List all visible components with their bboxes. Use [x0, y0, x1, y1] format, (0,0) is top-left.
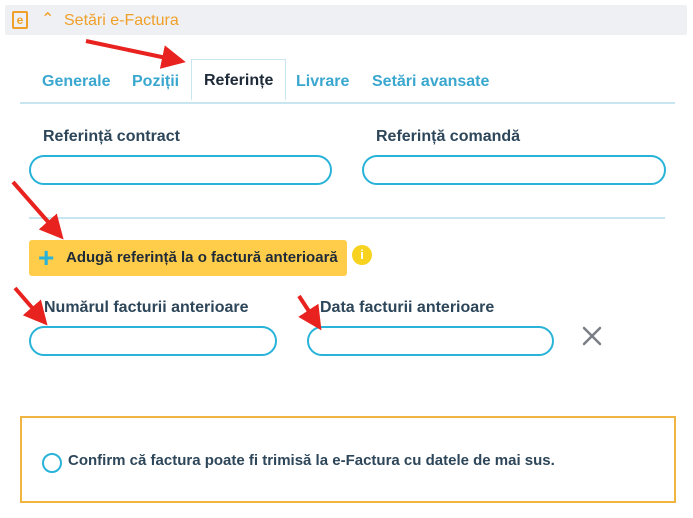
previous-invoice-date-input[interactable]	[307, 326, 554, 356]
contract-reference-label: Referință contract	[43, 128, 180, 145]
order-reference-label: Referință comandă	[376, 128, 521, 145]
confirm-radio[interactable]	[42, 453, 62, 473]
annotation-arrow	[11, 180, 64, 240]
annotation-arrow	[85, 39, 186, 69]
chevron-up-icon[interactable]: ⌃	[41, 10, 54, 30]
e-factura-icon: e	[12, 11, 28, 29]
previous-invoice-number-input[interactable]	[29, 326, 277, 356]
panel-header[interactable]: e ⌃ Setări e-Factura	[5, 5, 687, 35]
annotation-arrow	[13, 286, 48, 326]
close-icon[interactable]	[578, 322, 606, 350]
previous-invoice-number-label: Numărul facturii anterioare	[44, 299, 249, 316]
tab-livrare[interactable]: Livrare	[296, 72, 349, 92]
contract-reference-input[interactable]	[29, 155, 332, 185]
tab-pozitii[interactable]: Poziții	[132, 72, 179, 92]
tab-bar: Generale Poziții Referințe Livrare Setăr…	[20, 59, 675, 104]
confirm-box: Confirm că factura poate fi trimisă la e…	[20, 416, 676, 503]
add-previous-invoice-reference-button[interactable]: + Adugă referință la o factură anterioar…	[29, 240, 347, 276]
annotation-arrow	[297, 294, 322, 331]
previous-invoice-date-label: Data facturii anterioare	[320, 299, 495, 316]
add-reference-label: Adugă referință la o factură anterioară	[66, 249, 338, 266]
tab-setari-avansate[interactable]: Setări avansate	[372, 72, 489, 92]
tab-referinte[interactable]: Referințe	[191, 59, 287, 101]
confirm-text[interactable]: Confirm că factura poate fi trimisă la e…	[68, 452, 555, 469]
info-icon[interactable]: i	[352, 245, 372, 265]
panel-title[interactable]: Setări e-Factura	[64, 11, 179, 31]
divider	[29, 217, 665, 219]
tab-generale[interactable]: Generale	[42, 72, 110, 92]
order-reference-input[interactable]	[362, 155, 666, 185]
plus-icon: +	[38, 242, 55, 273]
